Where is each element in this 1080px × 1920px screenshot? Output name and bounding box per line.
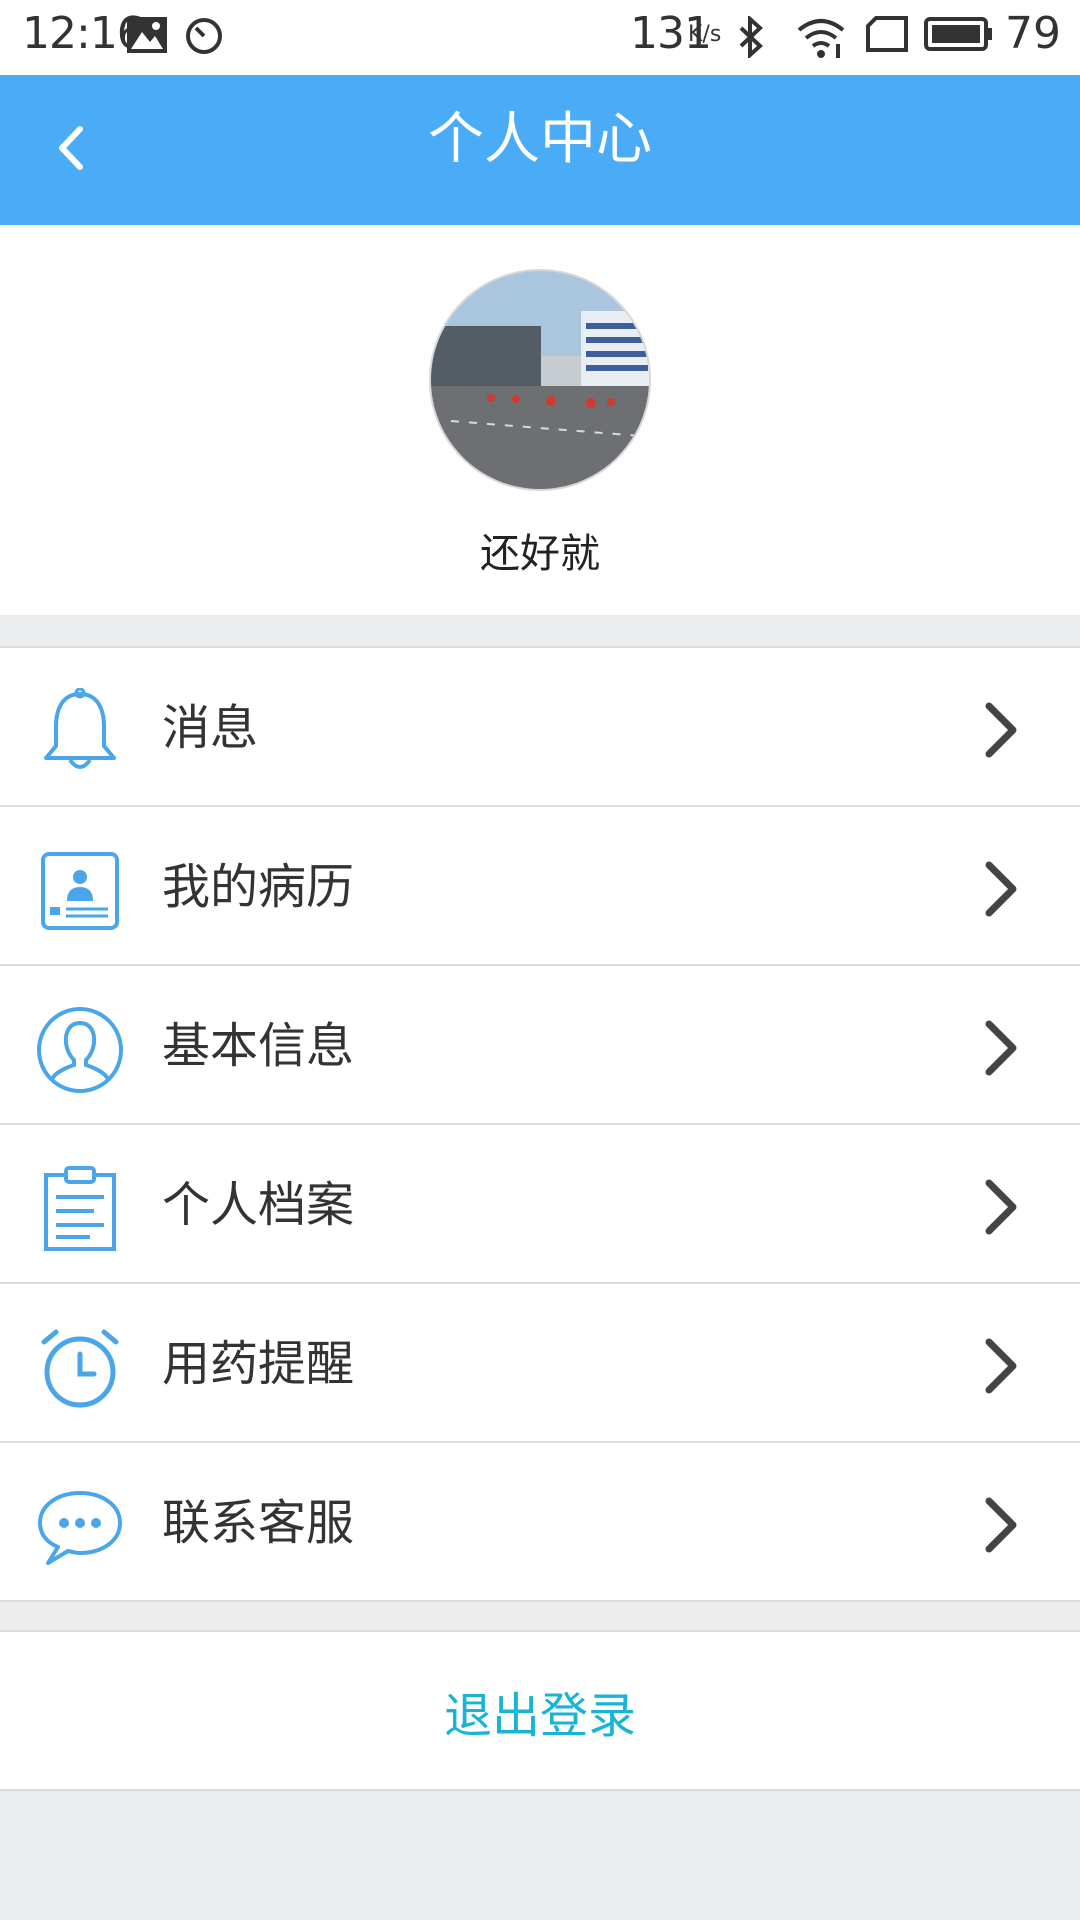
sim-card-icon [866, 16, 908, 56]
menu-item-label: 联系客服 [162, 1495, 355, 1551]
clock-icon [184, 16, 224, 60]
profile-section: 还好就 [0, 225, 1080, 615]
chevron-left-icon [50, 123, 90, 177]
medical-record-icon [34, 845, 126, 937]
image-icon [126, 16, 168, 58]
status-bar: 12:16 131 K/s 79 [0, 0, 1080, 75]
bluetooth-icon [736, 14, 766, 62]
username: 还好就 [480, 531, 600, 577]
logout-label: 退出登录 [443, 1687, 636, 1744]
user-icon [34, 1004, 126, 1096]
logout-button[interactable]: 退出登录 [0, 1630, 1080, 1791]
menu-item-medication-reminder[interactable]: 用药提醒 [0, 1284, 1080, 1443]
alarm-clock-icon [34, 1322, 126, 1414]
wifi-icon [796, 16, 846, 62]
menu-item-customer-service[interactable]: 联系客服 [0, 1443, 1080, 1602]
menu-item-personal-archive[interactable]: 个人档案 [0, 1125, 1080, 1284]
menu-item-label: 消息 [162, 700, 259, 756]
battery-icon [924, 16, 994, 56]
menu-item-label: 基本信息 [162, 1018, 355, 1074]
menu-item-basic-info[interactable]: 基本信息 [0, 966, 1080, 1125]
back-button[interactable] [30, 110, 110, 190]
chat-bubble-icon [34, 1481, 126, 1573]
chevron-right-icon [975, 1495, 1025, 1555]
bell-icon [34, 686, 126, 778]
app-header: 个人中心 [0, 75, 1080, 225]
page-title: 个人中心 [428, 107, 652, 172]
chevron-right-icon [975, 1336, 1025, 1396]
chevron-right-icon [975, 700, 1025, 760]
avatar[interactable] [429, 269, 651, 491]
menu-item-label: 个人档案 [162, 1177, 355, 1233]
battery-percentage: 79 [1005, 8, 1061, 59]
chevron-right-icon [975, 1177, 1025, 1237]
chevron-right-icon [975, 859, 1025, 919]
chevron-right-icon [975, 1018, 1025, 1078]
menu-item-label: 用药提醒 [162, 1336, 355, 1392]
clipboard-icon [34, 1163, 126, 1255]
menu-item-messages[interactable]: 消息 [0, 648, 1080, 807]
menu-list: 消息 我的病历 基本信息 个人档案 用药提醒 联系客服 [0, 646, 1080, 1602]
network-speed-unit: K/s [688, 22, 722, 47]
menu-item-medical-records[interactable]: 我的病历 [0, 807, 1080, 966]
menu-item-label: 我的病历 [162, 859, 355, 915]
